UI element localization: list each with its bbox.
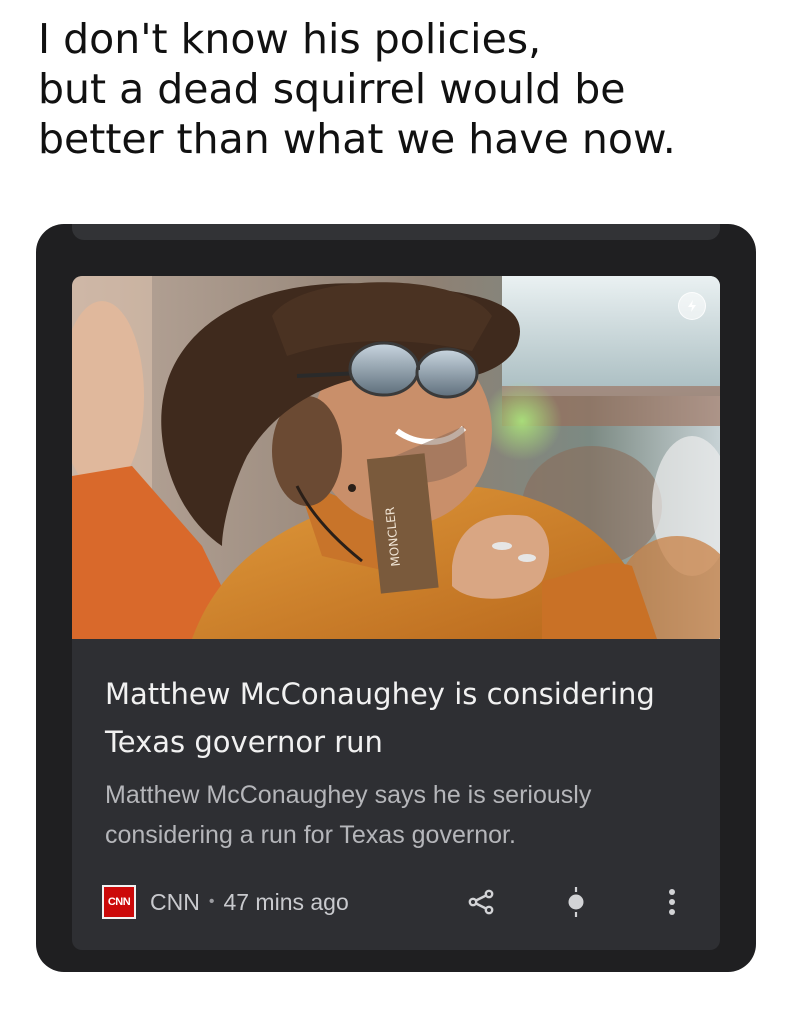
article-headline[interactable]: Matthew McConaughey is considering Texas… <box>105 670 695 766</box>
lightning-bolt-icon <box>678 292 706 320</box>
caption-line-1: I don't know his policies, <box>38 15 542 63</box>
caption-line-2: but a dead squirrel would be <box>38 65 626 113</box>
meta-separator: • <box>208 893 215 910</box>
caption-line-3: better than what we have now. <box>38 115 676 163</box>
share-icon[interactable] <box>461 882 501 922</box>
previous-card-edge <box>72 224 720 240</box>
news-card[interactable]: MONCLER Matthew McConaughey is consideri… <box>72 276 720 950</box>
article-summary: Matthew McConaughey says he is seriously… <box>105 781 592 849</box>
publish-time: 47 mins ago <box>223 888 349 915</box>
follow-topic-icon[interactable] <box>556 882 596 922</box>
cnn-logo: CNN <box>102 885 136 919</box>
article-meta: CNN CNN • 47 mins ago <box>102 882 349 922</box>
more-options-icon[interactable] <box>652 882 692 922</box>
phone-screen: MONCLER Matthew McConaughey is consideri… <box>36 224 756 972</box>
source-name: CNN <box>150 888 200 915</box>
article-photo: MONCLER <box>72 276 720 639</box>
meme-caption: I don't know his policies, but a dead sq… <box>38 14 778 164</box>
